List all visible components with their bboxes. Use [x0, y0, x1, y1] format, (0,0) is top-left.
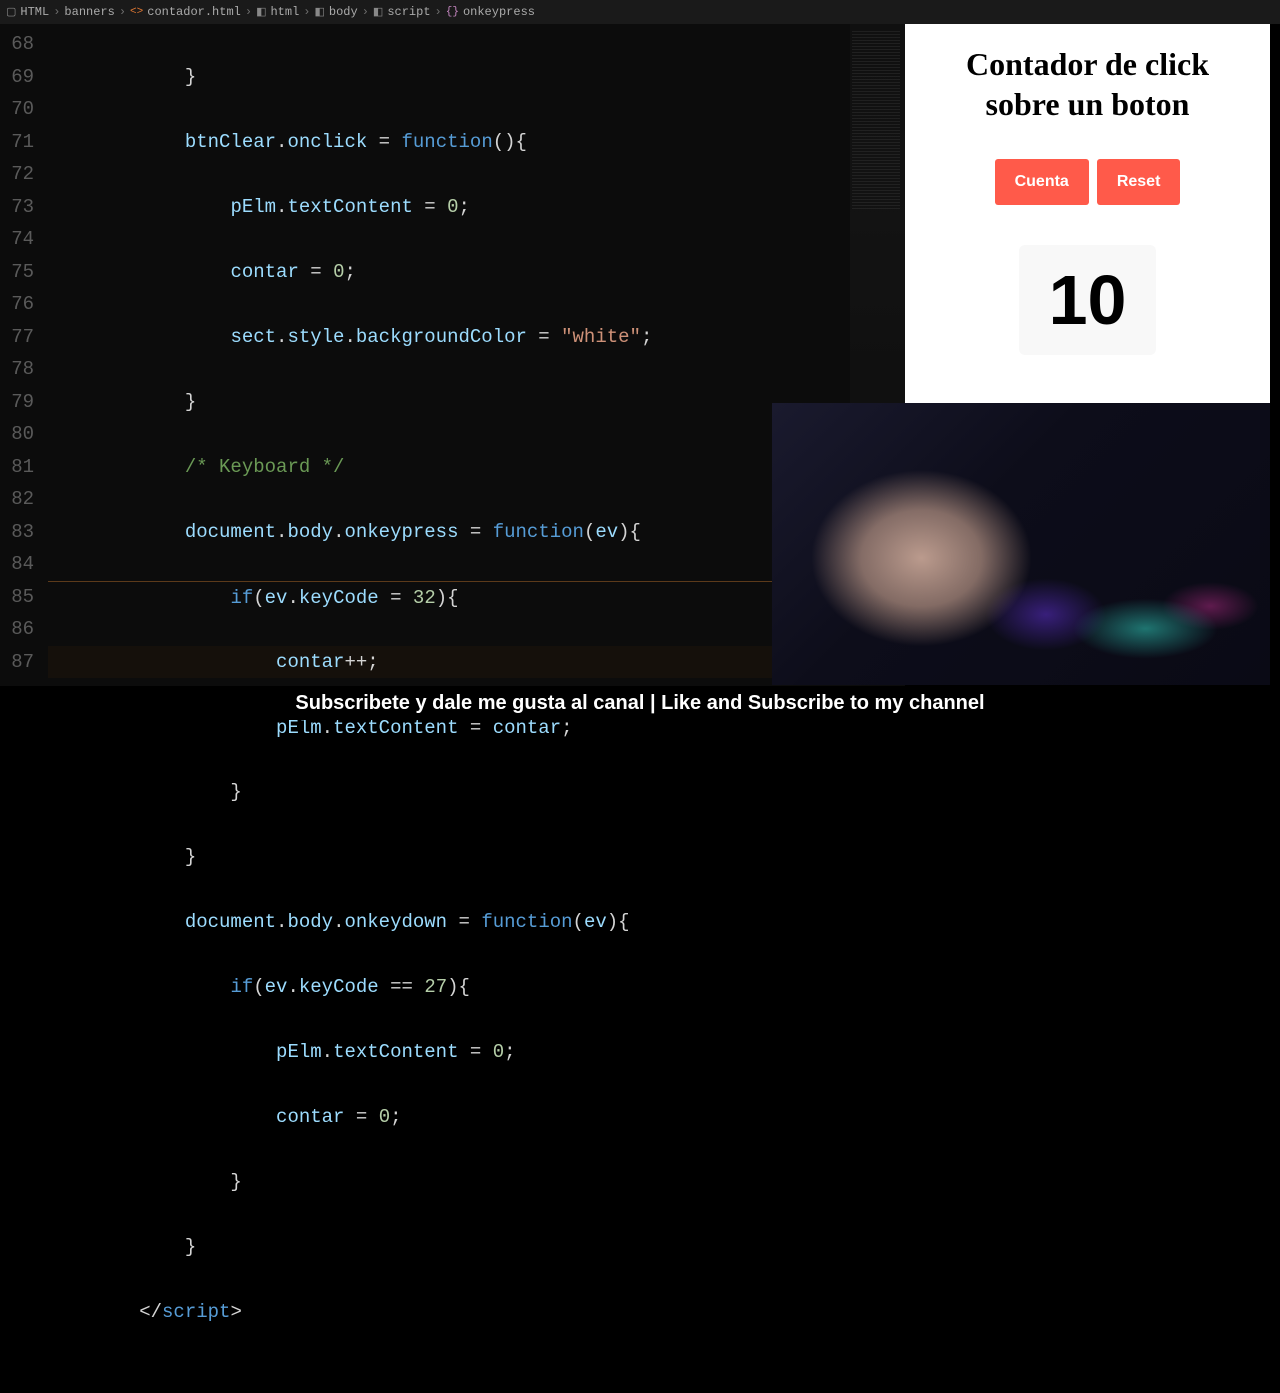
chevron-right-icon: ›: [303, 5, 310, 19]
breadcrumb-item[interactable]: script: [387, 5, 430, 19]
tag-icon: ◧: [315, 5, 325, 19]
tag-icon: ◧: [256, 5, 266, 19]
chevron-right-icon: ›: [119, 5, 126, 19]
chevron-right-icon: ›: [53, 5, 60, 19]
line-gutter: 6869707172737475767778798081828384858687: [0, 24, 48, 686]
chevron-right-icon: ›: [435, 5, 442, 19]
preview-title: Contador de click sobre un boton: [925, 44, 1250, 124]
footer-banner: Subscribete y dale me gusta al canal | L…: [0, 686, 1280, 720]
breadcrumb[interactable]: ▢ HTML › banners › <> contador.html › ◧ …: [0, 0, 1280, 24]
breadcrumb-item[interactable]: body: [329, 5, 358, 19]
file-icon: <>: [130, 6, 143, 18]
brace-icon: {}: [446, 6, 459, 18]
breadcrumb-item[interactable]: banners: [64, 5, 114, 19]
chevron-right-icon: ›: [245, 5, 252, 19]
breadcrumb-item[interactable]: contador.html: [147, 5, 241, 19]
browser-preview: Contador de click sobre un boton Cuenta …: [905, 24, 1270, 424]
webcam-overlay: [772, 403, 1270, 685]
code-editor[interactable]: 6869707172737475767778798081828384858687…: [0, 24, 905, 686]
counter-display: 10: [1019, 245, 1157, 355]
chevron-right-icon: ›: [362, 5, 369, 19]
breadcrumb-item[interactable]: html: [270, 5, 299, 19]
reset-button[interactable]: Reset: [1097, 159, 1181, 205]
breadcrumb-item[interactable]: HTML: [20, 5, 49, 19]
cuenta-button[interactable]: Cuenta: [995, 159, 1089, 205]
tag-icon: ◧: [373, 5, 383, 19]
folder-icon: ▢: [6, 5, 16, 19]
breadcrumb-item[interactable]: onkeypress: [463, 5, 535, 19]
